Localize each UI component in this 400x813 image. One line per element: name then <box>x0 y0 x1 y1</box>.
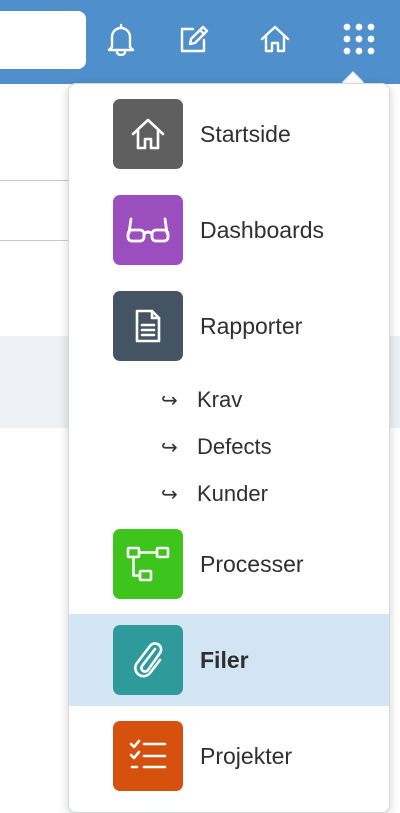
sub-item-kunder[interactable]: ↪ Kunder <box>161 474 361 514</box>
divider <box>0 180 68 181</box>
sub-item-defects[interactable]: ↪ Defects <box>161 427 361 467</box>
flowchart-icon <box>113 529 183 599</box>
bell-icon[interactable] <box>101 19 141 59</box>
menu-item-filer[interactable]: Filer <box>69 614 389 706</box>
menu-item-startside[interactable]: Startside <box>69 88 389 180</box>
apps-menu: Startside Dashboards Rapporter ↪ Krav ↪ … <box>68 83 390 813</box>
apps-grid-icon[interactable] <box>339 19 379 59</box>
edit-icon[interactable] <box>173 19 213 59</box>
sub-item-krav[interactable]: ↪ Krav <box>161 380 361 420</box>
return-arrow-icon: ↪ <box>161 436 178 459</box>
paperclip-icon <box>113 625 183 695</box>
menu-item-label: Rapporter <box>200 312 303 339</box>
sub-item-label: Kunder <box>197 481 268 506</box>
menu-item-label: Projekter <box>200 742 293 769</box>
return-arrow-icon: ↪ <box>161 483 178 506</box>
menu-item-label: Processer <box>200 550 304 577</box>
sub-item-label: Krav <box>197 387 243 412</box>
home-icon <box>113 99 183 169</box>
search-input[interactable] <box>0 11 86 69</box>
home-icon[interactable] <box>255 19 295 59</box>
return-arrow-icon: ↪ <box>161 389 178 412</box>
menu-item-dashboards[interactable]: Dashboards <box>69 184 389 276</box>
menu-item-label: Startside <box>200 120 291 147</box>
menu-item-label: Dashboards <box>200 216 325 243</box>
checklist-icon <box>113 721 183 791</box>
menu-item-projekter[interactable]: Projekter <box>69 710 389 802</box>
background-row <box>0 336 68 428</box>
glasses-icon <box>113 195 183 265</box>
document-icon <box>113 291 183 361</box>
divider <box>0 240 68 241</box>
menu-item-label: Filer <box>200 646 249 673</box>
sub-item-label: Defects <box>197 434 272 459</box>
top-bar <box>0 0 400 84</box>
menu-item-rapporter[interactable]: Rapporter <box>69 280 389 372</box>
menu-caret <box>342 72 364 83</box>
menu-item-processer[interactable]: Processer <box>69 518 389 610</box>
background-row <box>390 336 400 428</box>
